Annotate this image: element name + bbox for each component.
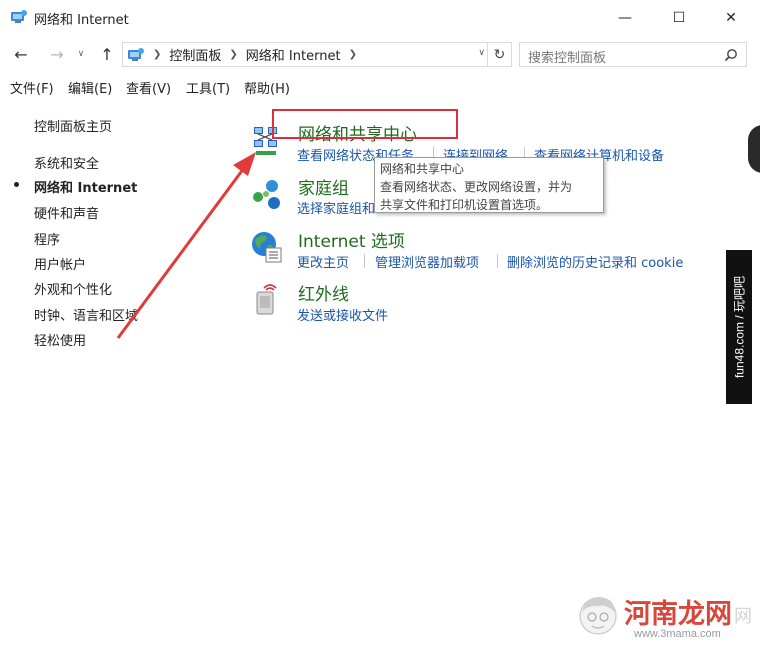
close-icon: ✕ — [725, 10, 737, 26]
address-bar[interactable]: ❯ 控制面板 ❯ 网络和 Internet ❯ ∨ ↻ — [122, 42, 512, 67]
category-homegroup-title[interactable]: 家庭组 — [298, 174, 349, 199]
sidebar-item-appearance[interactable]: 外观和个性化 — [34, 279, 112, 298]
bottom-watermark-brand: 河南龙网 — [624, 599, 732, 630]
sidebar-item-network-internet[interactable]: 网络和 Internet — [34, 177, 137, 196]
arrow-right-icon: → — [50, 44, 64, 64]
chevron-right-icon: ❯ — [153, 49, 162, 60]
bottom-watermark-faint: 网 — [734, 606, 752, 627]
minimize-icon: — — [618, 10, 632, 26]
tooltip-title: 网络和共享中心 — [380, 162, 465, 176]
breadcrumb-control-panel[interactable]: 控制面板 — [169, 45, 221, 64]
arrow-up-icon: ↑ — [100, 44, 114, 64]
menu-view[interactable]: 查看(V) — [126, 78, 171, 97]
maximize-button[interactable]: ☐ — [656, 0, 702, 36]
bottom-watermark: 河南龙网 网 www.3mama.com — [574, 590, 754, 652]
chevron-right-icon: ❯ — [229, 49, 238, 60]
search-placeholder: 搜索控制面板 — [528, 51, 607, 66]
annotation-arrow — [116, 152, 256, 339]
chevron-right-icon[interactable]: ❯ — [349, 49, 357, 60]
bottom-watermark-url: www.3mama.com — [634, 628, 721, 640]
highlight-box — [272, 109, 458, 139]
category-infrared-title[interactable]: 红外线 — [298, 280, 349, 305]
sidebar-item-system-security[interactable]: 系统和安全 — [34, 153, 99, 172]
maximize-icon: ☐ — [672, 10, 686, 26]
link-change-homepage[interactable]: 更改主页 — [297, 252, 349, 271]
link-homegroup-options[interactable]: 选择家庭组和 — [297, 198, 375, 217]
refresh-icon: ↻ — [493, 46, 506, 63]
side-watermark: fun48.com / 玩吧吧 — [726, 250, 752, 404]
breadcrumb-network-internet[interactable]: 网络和 Internet — [246, 45, 341, 64]
title-bar: 网络和 Internet — ☐ ✕ — [0, 0, 760, 36]
cartoon-face-logo — [579, 596, 617, 635]
menu-file[interactable]: 文件(F) — [10, 78, 54, 97]
menu-tools[interactable]: 工具(T) — [186, 78, 230, 97]
close-button[interactable]: ✕ — [708, 0, 754, 36]
floating-widget — [748, 125, 760, 173]
search-icon[interactable] — [724, 48, 738, 62]
sidebar-item-user-accounts[interactable]: 用户帐户 — [34, 254, 86, 273]
control-panel-icon — [11, 10, 27, 23]
up-button[interactable]: ↑ — [96, 43, 118, 65]
infrared-icon[interactable] — [250, 282, 284, 316]
tooltip: 网络和共享中心 查看网络状态、更改网络设置，并为 共享文件和打印机设置首选项。 — [374, 157, 604, 213]
refresh-button[interactable]: ↻ — [487, 43, 511, 66]
window-title: 网络和 Internet — [34, 13, 129, 28]
sidebar-home[interactable]: 控制面板主页 — [34, 116, 112, 135]
recent-locations-button[interactable]: ∨ — [74, 43, 88, 65]
tooltip-line-1: 查看网络状态、更改网络设置，并为 — [380, 180, 573, 194]
sidebar-item-ease-of-access[interactable]: 轻松使用 — [34, 330, 86, 349]
back-button[interactable]: ← — [10, 43, 32, 65]
sidebar-item-hardware-sound[interactable]: 硬件和声音 — [34, 203, 99, 222]
link-send-receive-files[interactable]: 发送或接收文件 — [297, 305, 388, 324]
sidebar-item-clock-region[interactable]: 时钟、语言和区域 — [34, 305, 138, 324]
minimize-button[interactable]: — — [602, 0, 648, 36]
forward-button[interactable]: → — [46, 43, 68, 65]
active-bullet — [14, 182, 19, 187]
internet-options-icon[interactable] — [250, 230, 284, 264]
link-separator — [364, 254, 365, 268]
category-internet-options-title[interactable]: Internet 选项 — [298, 227, 405, 252]
tooltip-line-2: 共享文件和打印机设置首选项。 — [380, 198, 549, 212]
control-panel-icon — [128, 47, 144, 61]
menu-help[interactable]: 帮助(H) — [244, 78, 290, 97]
chevron-down-icon[interactable]: ∨ — [478, 48, 485, 58]
search-input[interactable]: 搜索控制面板 — [519, 42, 747, 67]
side-watermark-text: fun48.com / 玩吧吧 — [732, 275, 747, 379]
link-manage-addons[interactable]: 管理浏览器加载项 — [375, 252, 479, 271]
homegroup-icon[interactable] — [250, 178, 284, 212]
chevron-down-icon: ∨ — [77, 49, 85, 59]
link-separator — [497, 254, 498, 268]
sidebar-item-programs[interactable]: 程序 — [34, 229, 60, 248]
menu-edit[interactable]: 编辑(E) — [68, 78, 112, 97]
menu-bar: 文件(F) 编辑(E) 查看(V) 工具(T) 帮助(H) — [0, 76, 760, 98]
link-delete-history[interactable]: 删除浏览的历史记录和 cookie — [507, 252, 683, 271]
navigation-bar: ← → ∨ ↑ ❯ 控制面板 ❯ 网络和 Internet ❯ ∨ ↻ 搜索控制… — [0, 36, 760, 72]
arrow-left-icon: ← — [14, 44, 28, 64]
